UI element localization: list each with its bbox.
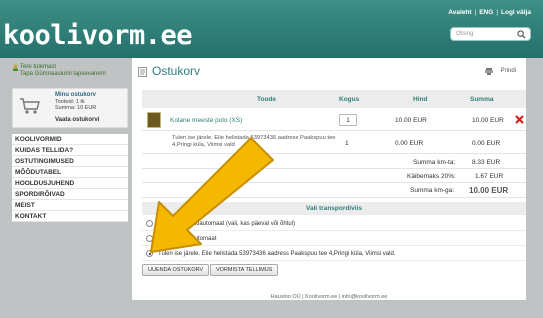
language-link[interactable]: ENG [479, 9, 493, 16]
vat-value: 1.67 EUR [475, 173, 504, 180]
subtotal-label: Summa km-ta: [413, 159, 456, 166]
separator: | [496, 9, 499, 16]
search-placeholder: Otsing [456, 31, 474, 37]
highlight-arrow-icon [150, 137, 274, 253]
column-header: Toode [257, 96, 277, 103]
product-thumbnail[interactable] [147, 112, 161, 128]
welcome-line1: Tere tulemast [20, 64, 57, 70]
printer-icon[interactable] [485, 68, 493, 75]
nav-item-spordiroivad[interactable]: SPORDIRÕIVAD [12, 189, 128, 200]
grand-total-value: 10.00 EUR [469, 186, 509, 195]
quantity-input[interactable]: 1 [339, 114, 357, 126]
vat-label: Käibemaks 20%: [407, 173, 456, 180]
user-icon [12, 64, 19, 71]
home-link[interactable]: Avaleht [448, 9, 471, 16]
nav-item-kuidas-tellida[interactable]: KUIDAS TELLIDA? [12, 145, 128, 156]
top-links: Avaleht | ENG | Logi välja [448, 9, 531, 16]
print-link[interactable]: Prindi [501, 68, 516, 74]
view-cart-link[interactable]: Vaata ostukorvi [55, 117, 99, 123]
mini-cart-info: Tooteid: 1 tk Summa: 10 EUR [55, 99, 96, 111]
delivery-sum: 0.00 EUR [472, 140, 501, 147]
column-header: Kogus [339, 96, 360, 103]
page-title: Ostukorv [152, 64, 201, 78]
delivery-price: 0.00 EUR [395, 140, 424, 147]
nav-item-meist[interactable]: MEIST [12, 200, 128, 211]
subtotal-value: 8.33 EUR [472, 159, 501, 166]
nav-item-hooldusjuhend[interactable]: HOOLDUSJUHEND [12, 178, 128, 189]
mini-cart-title: Minu ostukorv [55, 92, 97, 98]
nav-item-ostutingimused[interactable]: OSTUTINGIMUSED [12, 156, 128, 167]
logout-link[interactable]: Logi välja [501, 9, 531, 16]
welcome-line2: Tapa Gümnaasiumi lapsevanem [20, 71, 106, 77]
footer: Hausloo OÜ | Koolivorm.ee | info@koolivo… [270, 294, 388, 300]
remove-icon[interactable] [515, 115, 524, 124]
sum-value: 10 EUR [77, 105, 97, 111]
welcome-message: Tere tulemast Tapa Gümnaasiumi lapsevane… [12, 64, 128, 84]
nav-item-kontakt[interactable]: KONTAKT [12, 211, 128, 222]
update-cart-button[interactable]: UUENDA OSTUKORV [142, 264, 210, 276]
place-order-button[interactable]: VORMISTA TELLIMUS [210, 264, 279, 276]
sidebar-nav: KOOLIVORMID KUIDAS TELLIDA? OSTUTINGIMUS… [12, 134, 128, 222]
product-price: 10.00 EUR [395, 117, 427, 124]
sum-label: Summa: [55, 105, 76, 111]
delivery-qty: 1 [345, 140, 349, 147]
table-header: Toode Kogus Hind Summa [142, 90, 526, 108]
nav-item-koolivormid[interactable]: KOOLIVORMID [12, 134, 128, 145]
nav-item-moodutabel[interactable]: MÕÕDUTABEL [12, 167, 128, 178]
search-icon[interactable] [517, 30, 526, 39]
document-icon [138, 67, 147, 77]
shopping-cart-icon [20, 98, 40, 114]
product-sum: 10.00 EUR [472, 117, 504, 124]
logo[interactable]: koolivorm.ee [3, 20, 193, 51]
product-name-link[interactable]: Kolane meeste polo (XS) [170, 117, 242, 124]
column-header: Summa [470, 96, 494, 103]
mini-cart: Minu ostukorv Tooteid: 1 tk Summa: 10 EU… [12, 88, 128, 128]
header: koolivorm.ee Avaleht | ENG | Logi välja Otsi… [0, 0, 543, 58]
sidebar: Tere tulemast Tapa Gümnaasiumi lapsevane… [12, 64, 128, 222]
search-input[interactable]: Otsing [450, 27, 531, 41]
column-header: Hind [413, 96, 428, 103]
separator: | [474, 9, 477, 16]
table-row: Kolane meeste polo (XS) 1 10.00 EUR 10.0… [142, 109, 526, 131]
grand-total-label: Summa km-ga: [410, 187, 455, 194]
